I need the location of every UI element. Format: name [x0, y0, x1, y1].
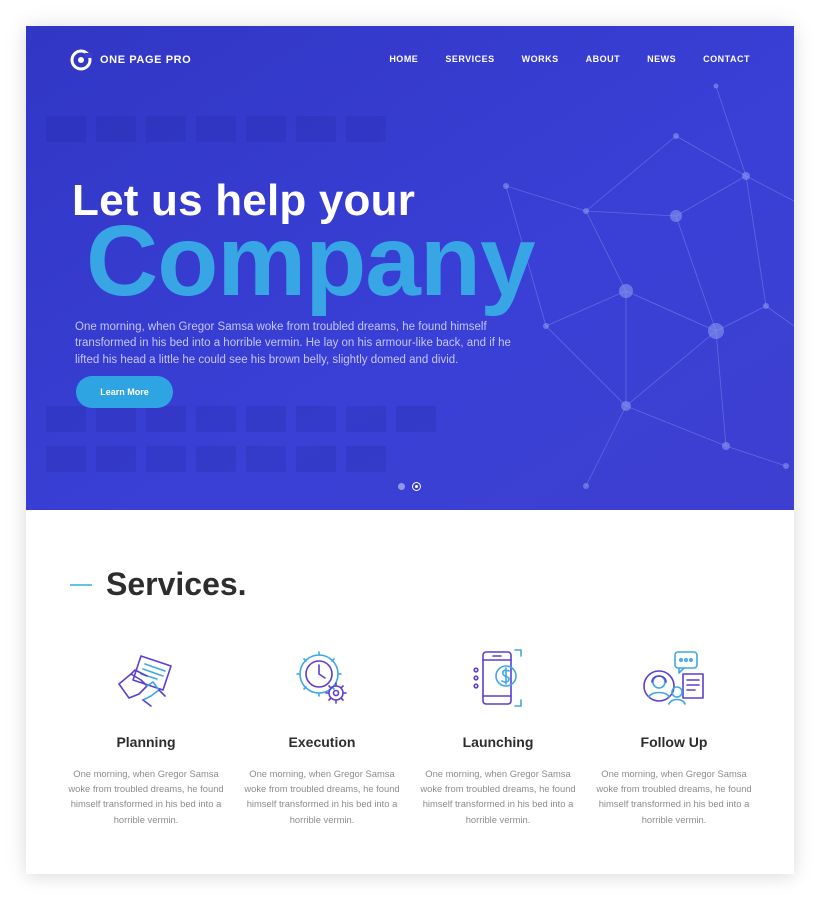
- service-title: Launching: [462, 734, 534, 750]
- learn-more-button[interactable]: Learn More: [76, 376, 173, 408]
- nav-item-contact[interactable]: CONTACT: [703, 54, 750, 64]
- services-accent-line: [70, 583, 92, 586]
- hero-description: One morning, when Gregor Samsa woke from…: [75, 320, 511, 366]
- nav-item-works[interactable]: WORKS: [522, 54, 559, 64]
- services-heading: Services.: [70, 566, 247, 603]
- service-description: One morning, when Gregor Samsa woke from…: [244, 768, 400, 825]
- nav-item-about[interactable]: ABOUT: [586, 54, 621, 64]
- service-title: Execution: [288, 734, 356, 750]
- service-card-planning: Planning One morning, when Gregor Samsa …: [66, 646, 226, 827]
- services-title: Services.: [106, 566, 247, 602]
- slider-dots: [398, 482, 428, 491]
- service-card-launching: Launching One morning, when Gregor Samsa…: [418, 646, 578, 827]
- planning-icon: [118, 655, 172, 707]
- page: ONE PAGE PRO HOME SERVICES WORKS ABOUT N…: [26, 26, 794, 874]
- gear-clock-icon: [296, 651, 347, 704]
- slider-dot-2[interactable]: [412, 482, 421, 491]
- service-card-execution: Execution One morning, when Gregor Samsa…: [242, 646, 402, 827]
- nav-item-home[interactable]: HOME: [389, 54, 418, 64]
- brand-logo-icon: [70, 49, 92, 71]
- nav-item-services[interactable]: SERVICES: [445, 54, 494, 64]
- service-card-follow-up: Follow Up One morning, when Gregor Samsa…: [594, 646, 754, 827]
- brand[interactable]: ONE PAGE PRO: [70, 49, 191, 71]
- service-description: One morning, when Gregor Samsa woke from…: [420, 768, 576, 825]
- support-chat-icon: [643, 651, 704, 705]
- hero-title-highlight: Company: [86, 205, 536, 317]
- brand-name: ONE PAGE PRO: [100, 54, 192, 66]
- slider-dot-1[interactable]: [398, 483, 405, 490]
- mobile-payment-icon: [473, 649, 522, 707]
- service-title: Planning: [116, 734, 176, 750]
- hero-section: ONE PAGE PRO HOME SERVICES WORKS ABOUT N…: [26, 26, 794, 510]
- service-title: Follow Up: [640, 734, 708, 750]
- nav-item-news[interactable]: NEWS: [647, 54, 676, 64]
- main-nav: HOME SERVICES WORKS ABOUT NEWS CONTACT: [362, 54, 750, 64]
- service-description: One morning, when Gregor Samsa woke from…: [596, 768, 752, 825]
- service-description: One morning, when Gregor Samsa woke from…: [68, 768, 224, 825]
